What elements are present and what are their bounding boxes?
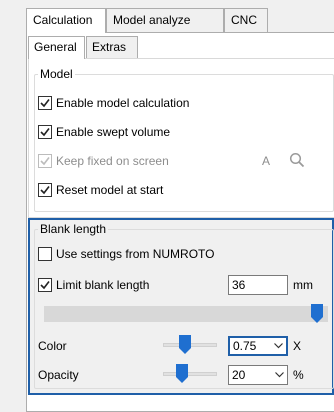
checkbox-box bbox=[38, 154, 52, 168]
checkmark-icon bbox=[40, 99, 50, 108]
blank-length-title: Blank length bbox=[38, 222, 109, 236]
checkbox-label: Enable model calculation bbox=[56, 96, 190, 110]
blank-length-unit: mm bbox=[293, 278, 313, 292]
blank-length-input[interactable]: 36 bbox=[228, 275, 288, 295]
checkbox-box[interactable] bbox=[38, 183, 52, 197]
color-slider-thumb[interactable] bbox=[178, 335, 191, 355]
tab-model-analyze[interactable]: Model analyze bbox=[106, 8, 224, 32]
color-unit: X bbox=[293, 339, 302, 353]
blank-length-slider[interactable] bbox=[44, 306, 328, 322]
search-icon bbox=[289, 152, 305, 171]
checkbox-label: Use settings from NUMROTO bbox=[56, 247, 215, 261]
text-size-icon: A bbox=[262, 154, 271, 168]
subtab-general[interactable]: General bbox=[28, 36, 85, 59]
color-label: Color bbox=[38, 339, 67, 353]
checkbox-label: Reset model at start bbox=[56, 183, 164, 197]
tab-cnc[interactable]: CNC bbox=[224, 8, 268, 32]
blank-length-slider-thumb[interactable] bbox=[310, 304, 323, 324]
opacity-label: Opacity bbox=[38, 368, 79, 382]
opacity-unit: % bbox=[293, 368, 304, 382]
checkbox-label: Keep fixed on screen bbox=[56, 154, 169, 168]
chevron-down-icon bbox=[275, 372, 284, 378]
checkmark-icon bbox=[40, 128, 50, 137]
checkbox-box[interactable] bbox=[38, 96, 52, 110]
opacity-slider-thumb[interactable] bbox=[175, 364, 188, 384]
checkbox-box[interactable] bbox=[38, 247, 52, 261]
color-factor-select[interactable]: 0.75 bbox=[228, 336, 288, 356]
checkbox-label: Limit blank length bbox=[56, 278, 150, 292]
tab-calculation[interactable]: Calculation bbox=[26, 8, 106, 33]
chevron-down-icon bbox=[274, 343, 283, 349]
checkmark-icon bbox=[40, 281, 50, 290]
subtab-extras[interactable]: Extras bbox=[86, 36, 138, 58]
opacity-select[interactable]: 20 bbox=[228, 365, 288, 385]
opacity-slider[interactable] bbox=[163, 372, 217, 376]
checkbox-label: Enable swept volume bbox=[56, 125, 171, 139]
checkmark-icon bbox=[40, 157, 50, 166]
checkmark-icon bbox=[40, 186, 50, 195]
checkbox-box[interactable] bbox=[38, 125, 52, 139]
checkbox-box[interactable] bbox=[38, 278, 52, 292]
model-group-title: Model bbox=[38, 67, 75, 81]
